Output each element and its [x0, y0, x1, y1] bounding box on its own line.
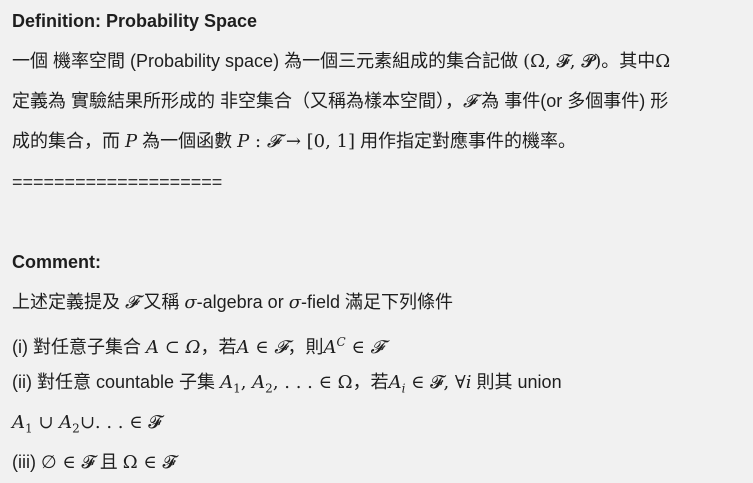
item-2-label: (ii) 對任意 countable 子集 — [12, 372, 216, 392]
condition-item-2-continued: A1 ∪ A2∪. . . ∈ 𝓕 — [12, 410, 162, 441]
comment-f-symbol: 𝓕 — [125, 292, 139, 313]
item-2b-sub-2: 2 — [72, 421, 80, 436]
comment-intro-text4: -field 滿足下列條件 — [301, 292, 454, 312]
item-3-label: (iii) — [12, 452, 36, 472]
item-3-empty-set-expr: ∅ ∈ 𝓕 — [41, 452, 95, 473]
function-arrow: → — [280, 131, 307, 152]
definition-title: Definition: Probability Space — [12, 11, 258, 31]
item-1-complement-a: A — [323, 337, 337, 358]
function-domain: 𝓕 — [266, 131, 281, 152]
item-2-rest2: ∈ 𝓕, ∀ — [405, 372, 466, 393]
definition-line-3-text3: 用作指定對應事件的機率。 — [360, 131, 577, 151]
definition-line-1-tail: 。其中 — [601, 51, 656, 71]
item-1-complement-sup: C — [336, 335, 346, 349]
probability-measure-symbol: P — [125, 131, 138, 152]
item-2b-rest: ∪. . . ∈ 𝓕 — [79, 412, 162, 433]
comment-intro-text: 上述定義提及 — [12, 292, 120, 312]
comment-intro-text2: 又稱 — [143, 292, 180, 312]
item-2-text1: ，若 — [352, 372, 389, 392]
condition-item-1: (i) 對任意子集合 A ⊂ Ω，若A ∈ 𝓕，則AC ∈ 𝓕 — [12, 330, 384, 360]
definition-line-3: 成的集合，而 P 為一個函數 P : 𝓕 → [0, 1] 用作指定對應事件的機… — [12, 129, 576, 154]
separator-line: ==================== — [12, 172, 223, 192]
item-1-text2: ，則 — [287, 337, 324, 357]
item-2b-cup: ∪ — [32, 412, 60, 433]
item-2-comma: , — [240, 372, 253, 393]
item-2b-a1: A — [12, 412, 25, 433]
definition-line-2-text: 定義為 實驗結果所形成的 非空集合（又稱為樣本空間）， — [12, 91, 463, 111]
comment-intro-text3: -algebra or — [196, 292, 284, 312]
omega-symbol: Ω — [655, 51, 671, 72]
item-2-sub-2: 2 — [265, 381, 273, 396]
item-2-rest: , . . . ∈ Ω — [272, 372, 353, 393]
definition-line-1-text: 一個 機率空間 (Probability space) 為一個三元素組成的集合記… — [12, 51, 519, 71]
sigma-field-symbol: 𝓕 — [463, 91, 477, 112]
sigma-symbol-2: σ — [288, 292, 301, 313]
item-2-text2: 則其 union — [471, 372, 562, 392]
definition-line-3-text2: 為一個函數 — [142, 131, 233, 151]
item-1-complement-tail: ∈ 𝓕 — [345, 337, 384, 358]
item-3-omega-expr: Ω ∈ 𝓕 — [122, 452, 176, 473]
item-2b-a2: A — [59, 412, 73, 433]
sigma-symbol-1: σ — [184, 292, 197, 313]
condition-item-2: (ii) 對任意 countable 子集 A1, A2, . . . ∈ Ω，… — [12, 370, 562, 401]
condition-item-3: (iii) ∅ ∈ 𝓕 且 Ω ∈ 𝓕 — [12, 450, 176, 475]
item-1-subset-expr: A ⊂ Ω — [146, 337, 201, 358]
item-2-sub-1: 1 — [233, 381, 241, 396]
function-colon: : — [249, 131, 267, 152]
item-2b-sub-1: 1 — [25, 421, 33, 436]
definition-line-2: 定義為 實驗結果所形成的 非空集合（又稱為樣本空間），𝓕 為 事件(or 多個事… — [12, 89, 668, 114]
item-1-text1: ，若 — [200, 337, 237, 357]
function-p: P — [237, 131, 250, 152]
definition-line-1: 一個 機率空間 (Probability space) 為一個三元素組成的集合記… — [12, 49, 670, 74]
probability-triple: (Ω, 𝓕, 𝓟) — [523, 51, 602, 72]
item-2-a1: A — [220, 372, 234, 393]
unit-interval: [0, 1] — [306, 131, 356, 152]
item-1-membership-expr: A ∈ 𝓕 — [236, 337, 288, 358]
item-3-text: 且 — [94, 452, 123, 472]
comment-intro: 上述定義提及 𝓕 又稱 σ-algebra or σ-field 滿足下列條件 — [12, 290, 453, 315]
item-2-a2: A — [252, 372, 266, 393]
comment-title: Comment: — [12, 252, 101, 272]
item-2-ai: A — [388, 372, 402, 393]
definition-line-2-text2: 為 事件(or 多個事件) 形 — [476, 91, 669, 111]
definition-line-3-text: 成的集合，而 — [12, 131, 120, 151]
item-1-label: (i) 對任意子集合 — [12, 337, 141, 357]
document-page: Definition: Probability Space 一個 機率空間 (P… — [0, 0, 753, 483]
